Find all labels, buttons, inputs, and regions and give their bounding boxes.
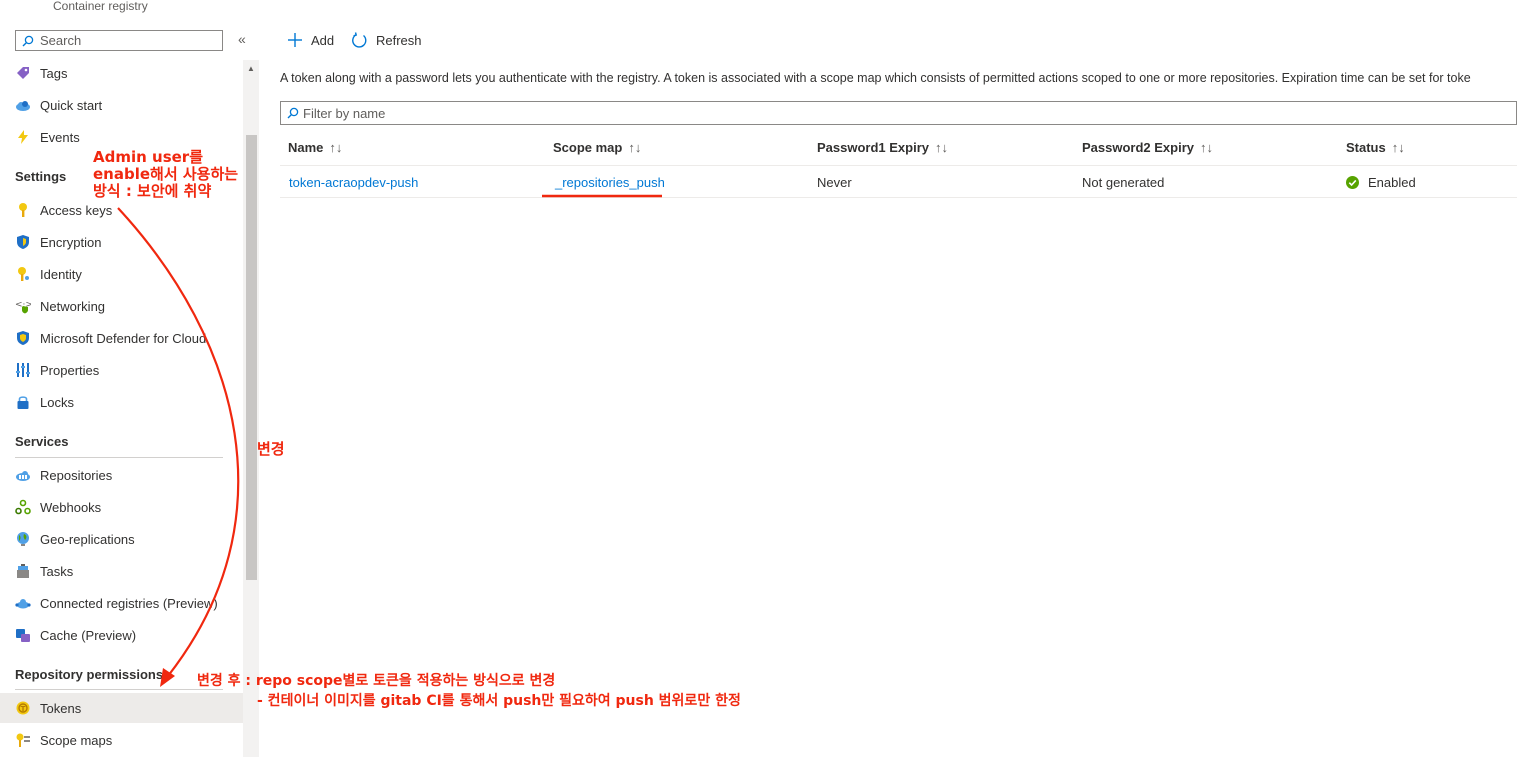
column-header-scope-map[interactable]: Scope map ↑↓ — [553, 140, 641, 155]
column-header-password2-expiry[interactable]: Password2 Expiry ↑↓ — [1082, 140, 1213, 155]
cloud-quickstart-icon — [15, 97, 31, 113]
section-services: Services — [15, 434, 69, 449]
sidebar-item-label: Connected registries (Preview) — [40, 595, 218, 611]
check-circle-icon — [1346, 176, 1359, 189]
plus-icon — [287, 32, 303, 48]
lock-icon — [15, 394, 31, 410]
sidebar-item-geo-replications[interactable]: Geo-replications — [0, 524, 243, 554]
refresh-icon — [351, 32, 368, 49]
status-badge: Enabled — [1346, 175, 1416, 190]
scroll-up-arrow-icon[interactable]: ▲ — [246, 64, 256, 73]
webhook-icon — [15, 499, 31, 515]
token-name-link[interactable]: token-acraopdev-push — [289, 175, 418, 190]
sidebar-item-cache[interactable]: Cache (Preview) — [0, 620, 243, 650]
shield-icon — [15, 234, 31, 250]
tokens-description: A token along with a password lets you a… — [280, 71, 1471, 85]
add-button[interactable]: Add — [287, 32, 334, 48]
column-header-password1-expiry[interactable]: Password1 Expiry ↑↓ — [817, 140, 948, 155]
token-icon: T — [15, 700, 31, 716]
sidebar-item-defender[interactable]: Microsoft Defender for Cloud — [0, 323, 243, 353]
sort-arrows-icon: ↑↓ — [628, 140, 642, 155]
globe-icon — [15, 531, 31, 547]
sidebar-item-label: Encryption — [40, 234, 102, 250]
connected-cloud-icon — [15, 595, 31, 611]
sidebar-item-label: Geo-replications — [40, 531, 135, 547]
sort-arrows-icon: ↑↓ — [935, 140, 948, 155]
section-divider — [15, 689, 223, 690]
password2-expiry-value: Not generated — [1082, 175, 1165, 190]
refresh-button[interactable]: Refresh — [351, 32, 422, 49]
password1-expiry-value: Never — [817, 175, 852, 190]
menu-search-input[interactable]: Search — [15, 30, 223, 51]
sidebar-item-label: Scope maps — [40, 732, 113, 748]
annotation-after-note: 변경 후 : repo scope별로 토큰을 적용하는 방식으로 변경 - 컨… — [197, 673, 741, 709]
sidebar-item-tasks[interactable]: Tasks — [0, 556, 243, 586]
filter-by-name-input[interactable]: Filter by name — [280, 101, 1517, 125]
properties-sliders-icon — [15, 362, 31, 378]
annotation-admin-note: Admin user를 enable해서 사용하는 방식 : 보안에 취약 — [93, 148, 239, 200]
section-settings: Settings — [15, 169, 67, 184]
defender-shield-icon — [15, 330, 31, 346]
sidebar-item-label: Networking — [40, 298, 106, 314]
sidebar-item-label: Identity — [40, 266, 82, 282]
sidebar-item-label: Access keys — [40, 202, 113, 218]
refresh-button-label: Refresh — [376, 33, 422, 48]
sidebar-item-label: Locks — [40, 394, 74, 410]
collapse-menu-icon[interactable]: « — [238, 31, 246, 47]
sidebar-item-networking[interactable]: <·> Networking — [0, 291, 243, 321]
sidebar-item-label: Webhooks — [40, 499, 102, 515]
resource-type-subtitle: Container registry — [53, 0, 148, 13]
menu-search-placeholder: Search — [40, 33, 82, 48]
tasks-icon — [15, 563, 31, 579]
sort-arrows-icon: ↑↓ — [329, 140, 343, 155]
network-icon: <·> — [15, 298, 31, 314]
sidebar-item-tags[interactable]: Tags — [0, 58, 243, 88]
lightning-icon — [15, 129, 31, 145]
sidebar-item-locks[interactable]: Locks — [0, 387, 243, 417]
filter-placeholder: Filter by name — [303, 105, 386, 121]
sidebar-item-label: Tokens — [40, 700, 82, 716]
section-repository-permissions: Repository permissions — [15, 667, 164, 682]
key-icon — [15, 202, 31, 218]
column-header-status[interactable]: Status ↑↓ — [1346, 140, 1405, 155]
table-row-divider — [280, 197, 1517, 198]
sidebar-item-label: Properties — [40, 362, 100, 378]
cache-icon — [15, 627, 31, 643]
add-button-label: Add — [311, 32, 335, 48]
identity-key-icon — [15, 266, 31, 282]
sort-arrows-icon: ↑↓ — [1200, 140, 1213, 155]
column-header-name[interactable]: Name ↑↓ — [288, 140, 342, 155]
sidebar-item-label: Microsoft Defender for Cloud — [40, 330, 207, 346]
sidebar-item-webhooks[interactable]: Webhooks — [0, 492, 243, 522]
tag-icon — [15, 65, 31, 81]
scope-map-icon — [15, 732, 31, 748]
scope-map-link[interactable]: _repositories_push — [555, 175, 665, 190]
sidebar-item-connected-registries[interactable]: Connected registries (Preview) — [0, 588, 243, 618]
sidebar-item-quick-start[interactable]: Quick start — [0, 90, 243, 120]
section-divider — [15, 457, 223, 458]
search-icon — [22, 35, 36, 47]
sidebar-item-repositories[interactable]: Repositories — [0, 460, 243, 490]
sidebar-item-properties[interactable]: Properties — [0, 355, 243, 385]
svg-text:T: T — [21, 705, 26, 713]
menu-scrollbar-thumb[interactable] — [246, 135, 257, 580]
sidebar-item-scope-maps[interactable]: Scope maps — [0, 725, 243, 755]
sidebar-item-identity[interactable]: Identity — [0, 259, 243, 289]
sidebar-item-label: Repositories — [40, 467, 113, 483]
table-header-divider — [280, 165, 1517, 166]
repositories-cloud-icon — [15, 467, 31, 483]
sidebar-item-label: Events — [40, 129, 80, 145]
sidebar-item-encryption[interactable]: Encryption — [0, 227, 243, 257]
status-text: Enabled — [1368, 175, 1416, 190]
resource-menu: Container registry Search « ▲ Tags Quick… — [0, 0, 260, 757]
sort-arrows-icon: ↑↓ — [1391, 140, 1405, 155]
sidebar-item-label: Tags — [40, 65, 68, 81]
sidebar-item-label: Quick start — [40, 97, 103, 113]
filter-search-icon — [287, 107, 299, 119]
sidebar-item-label: Tasks — [40, 563, 74, 579]
annotation-change-label: 변경 — [257, 440, 285, 458]
sidebar-item-label: Cache (Preview) — [40, 627, 137, 643]
